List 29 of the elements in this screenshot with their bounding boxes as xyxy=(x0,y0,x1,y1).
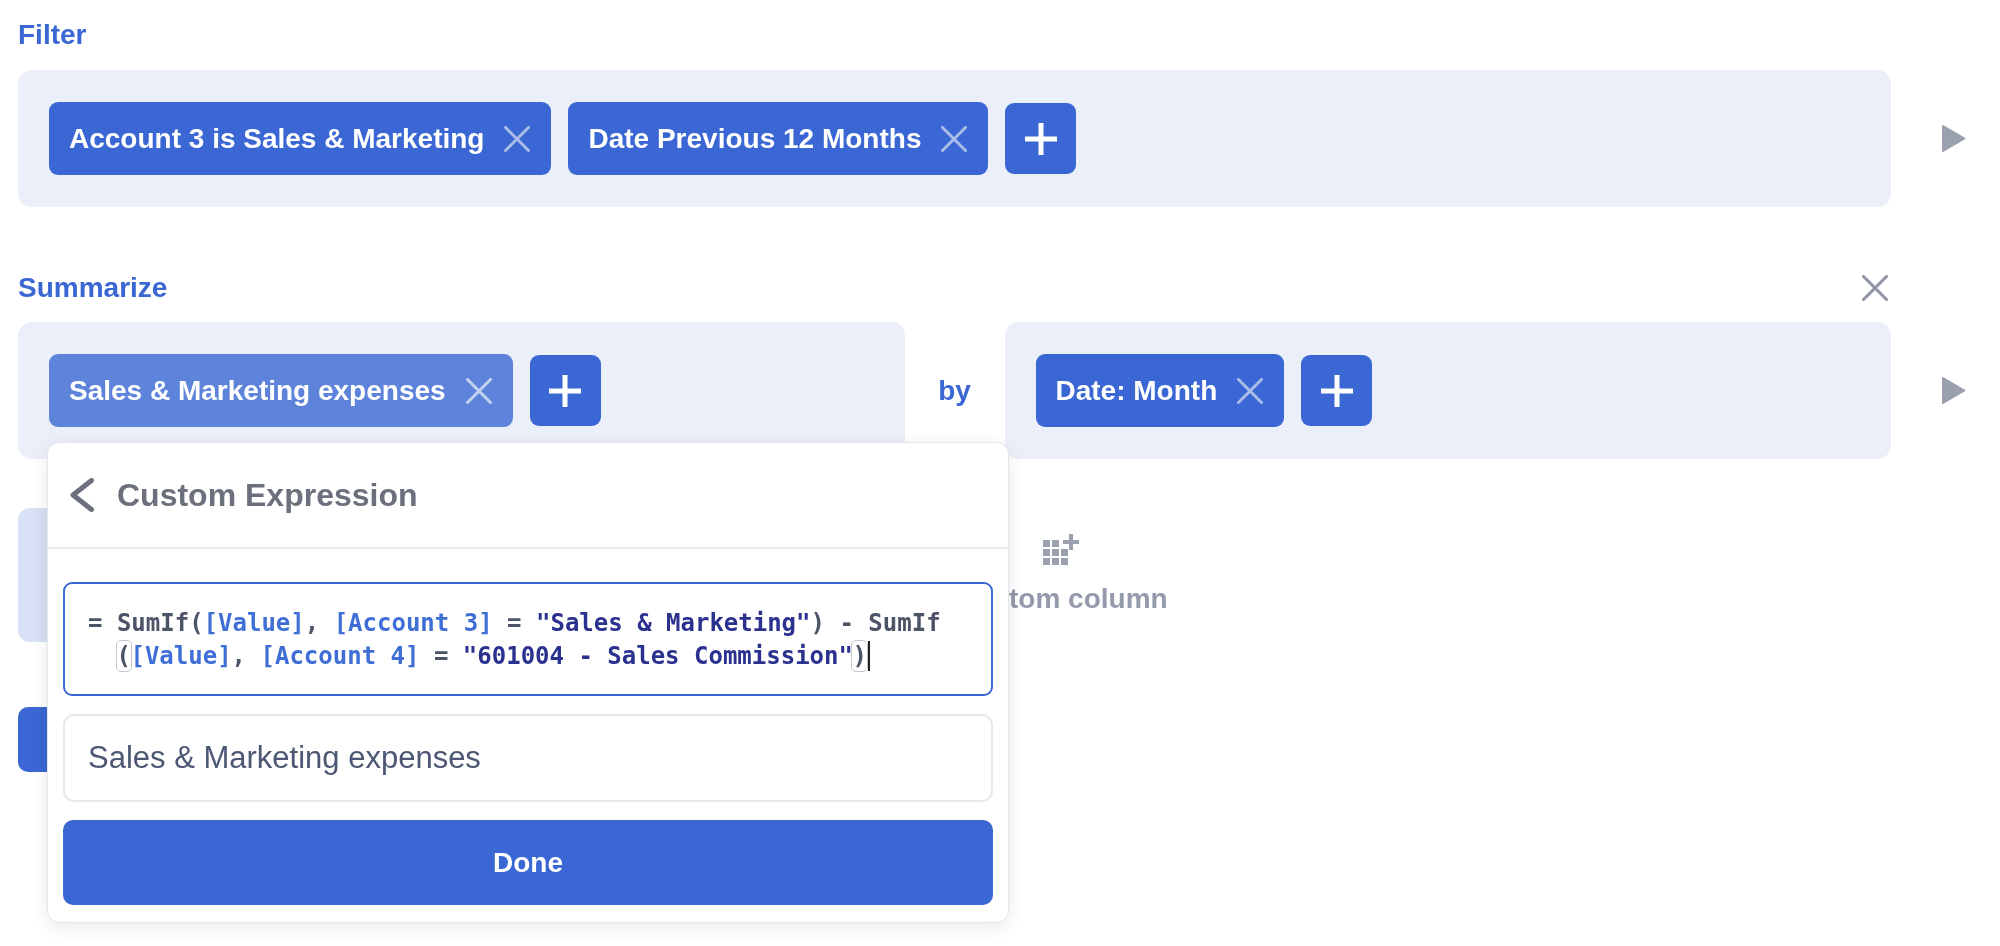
expression-field[interactable]: = SumIf([Value], [Account 3] = "Sales & Marketing") - SumIf ([Value], [Account 4] = "601004 - Sales Commission") xyxy=(63,582,993,696)
close-icon[interactable] xyxy=(1862,275,1888,301)
add-button[interactable] xyxy=(1301,355,1373,426)
filter-chip[interactable]: Date Previous 12 Months xyxy=(568,102,989,175)
cut-off-tile[interactable] xyxy=(18,508,48,642)
cut-off-button[interactable] xyxy=(18,707,47,772)
plus-icon xyxy=(1320,374,1353,407)
plus-icon xyxy=(1024,122,1057,155)
chevron-left-icon[interactable] xyxy=(70,478,94,512)
filter-chip[interactable]: Account 3 is Sales & Marketing xyxy=(49,102,552,175)
close-icon[interactable] xyxy=(941,125,968,152)
section-title: Summarize xyxy=(18,271,168,305)
by-label: by xyxy=(938,373,971,408)
add-button[interactable] xyxy=(1005,103,1077,174)
done-button[interactable]: Done xyxy=(63,820,993,905)
popup-title: Custom Expression xyxy=(117,476,418,515)
play-icon[interactable] xyxy=(1941,124,1966,153)
custom-column-button[interactable]: tom column xyxy=(1009,534,1168,616)
close-icon[interactable] xyxy=(504,125,531,152)
grid-plus-icon xyxy=(1043,534,1079,565)
metric-chip[interactable]: Sales & Marketing expenses xyxy=(49,354,513,427)
close-icon[interactable] xyxy=(1237,377,1264,404)
section-title: Filter xyxy=(18,18,87,52)
breakout-chip[interactable]: Date: Month xyxy=(1035,354,1285,427)
name-field[interactable]: Sales & Marketing expenses xyxy=(63,714,993,802)
play-icon[interactable] xyxy=(1941,376,1966,405)
close-icon[interactable] xyxy=(465,377,492,404)
add-button[interactable] xyxy=(529,355,601,426)
plus-icon xyxy=(549,374,582,407)
